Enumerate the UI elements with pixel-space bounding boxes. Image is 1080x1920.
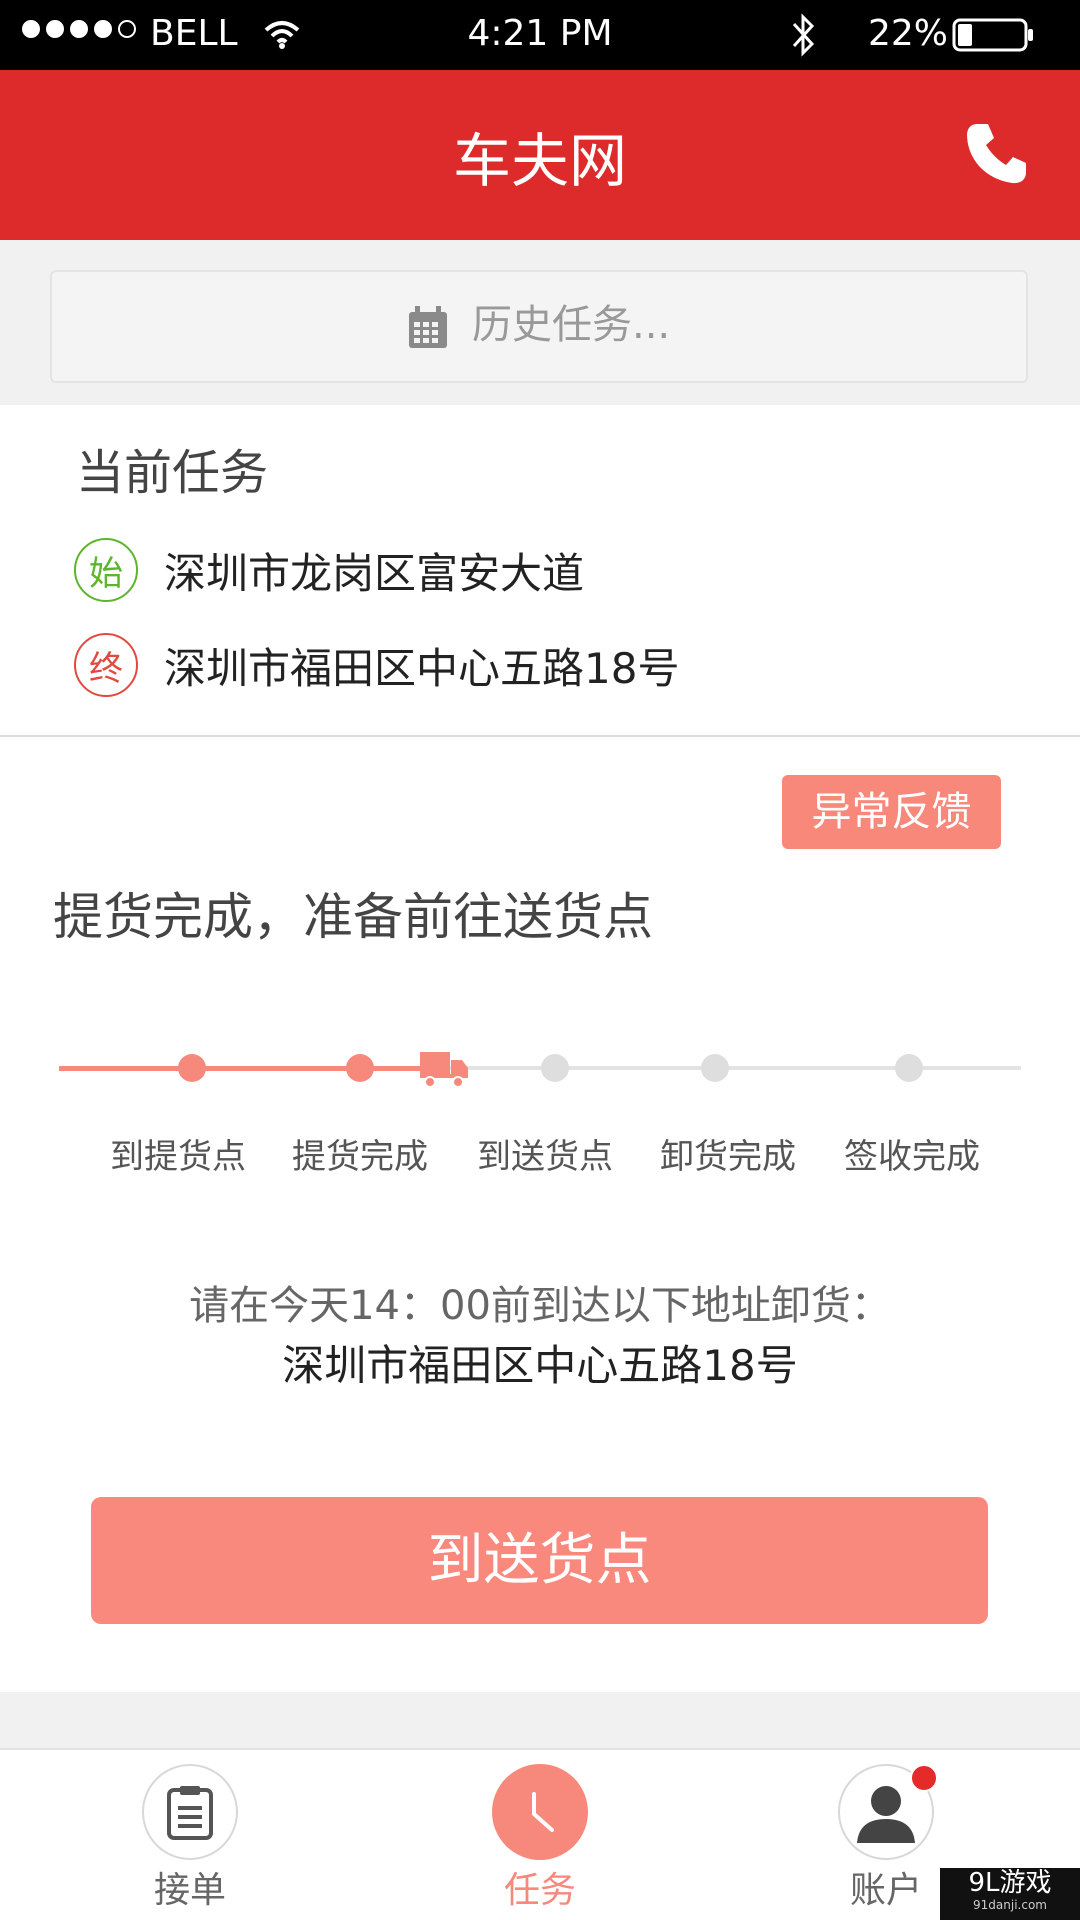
progress-node-5 bbox=[895, 1054, 923, 1082]
progress-track-completed bbox=[59, 1066, 443, 1071]
progress-node-4 bbox=[701, 1054, 729, 1082]
exception-feedback-button[interactable]: 异常反馈 bbox=[782, 775, 1001, 849]
battery-icon bbox=[952, 18, 1033, 52]
delivery-status-title: 提货完成，准备前往送货点 bbox=[53, 888, 653, 946]
watermark-sub: 91danji.com bbox=[973, 1898, 1047, 1912]
current-task-heading: 当前任务 bbox=[76, 445, 269, 501]
tab-tasks-label: 任务 bbox=[503, 1870, 576, 1911]
end-badge: 终 bbox=[74, 633, 138, 697]
start-address: 深圳市龙岗区富安大道 bbox=[164, 548, 585, 598]
tab-orders-label: 接单 bbox=[153, 1870, 226, 1911]
step-label-pickup-arrival: 到提货点 bbox=[110, 1137, 246, 1177]
user-icon bbox=[838, 1764, 938, 1860]
start-address-row: 始 深圳市龙岗区富安大道 bbox=[74, 538, 584, 602]
delivery-address: 深圳市福田区中心五路18号 bbox=[282, 1341, 798, 1390]
end-address: 深圳市福田区中心五路18号 bbox=[164, 643, 680, 693]
arrive-delivery-button[interactable]: 到送货点 bbox=[91, 1497, 988, 1624]
current-task-card: 当前任务 始 深圳市龙岗区富安大道 终 深圳市福田区中心五路18号 bbox=[0, 405, 1080, 735]
history-search-area: 历史任务... bbox=[0, 240, 1080, 405]
calendar-icon bbox=[409, 306, 447, 348]
clipboard-icon bbox=[142, 1764, 238, 1860]
status-bar: BELL 4:21 PM 22% bbox=[0, 0, 1080, 70]
history-search-input[interactable]: 历史任务... bbox=[50, 270, 1028, 383]
step-label-pickup-done: 提货完成 bbox=[292, 1137, 428, 1177]
end-address-row: 终 深圳市福田区中心五路18号 bbox=[74, 633, 679, 697]
tab-orders[interactable]: 接单 bbox=[90, 1750, 290, 1914]
progress-node-3 bbox=[541, 1054, 569, 1082]
bottom-tab-bar: 接单 任务 账户 bbox=[0, 1748, 1080, 1920]
section-gap bbox=[0, 1692, 1080, 1748]
progress-node-1 bbox=[178, 1054, 206, 1082]
app-header: 车夫网 bbox=[0, 70, 1080, 240]
notification-badge bbox=[910, 1764, 938, 1792]
watermark-main: 9L游戏 bbox=[968, 1868, 1052, 1898]
clock-icon bbox=[492, 1764, 588, 1860]
battery-percent: 22% bbox=[868, 13, 949, 54]
section-divider bbox=[0, 735, 1080, 737]
truck-icon bbox=[420, 1052, 468, 1088]
step-label-signed: 签收完成 bbox=[844, 1137, 980, 1177]
watermark-logo: 9L游戏 91danji.com bbox=[940, 1868, 1080, 1920]
bluetooth-icon bbox=[792, 13, 815, 57]
delivery-notice: 请在今天14：00前到达以下地址卸货： bbox=[189, 1283, 891, 1329]
search-placeholder: 历史任务... bbox=[472, 302, 671, 348]
step-label-unload-done: 卸货完成 bbox=[660, 1137, 796, 1177]
app-title: 车夫网 bbox=[452, 127, 627, 195]
step-label-delivery-arrival: 到送货点 bbox=[477, 1137, 613, 1177]
start-badge: 始 bbox=[74, 538, 138, 602]
tab-tasks[interactable]: 任务 bbox=[440, 1750, 640, 1914]
phone-icon[interactable] bbox=[962, 118, 1032, 188]
progress-node-2 bbox=[346, 1054, 374, 1082]
